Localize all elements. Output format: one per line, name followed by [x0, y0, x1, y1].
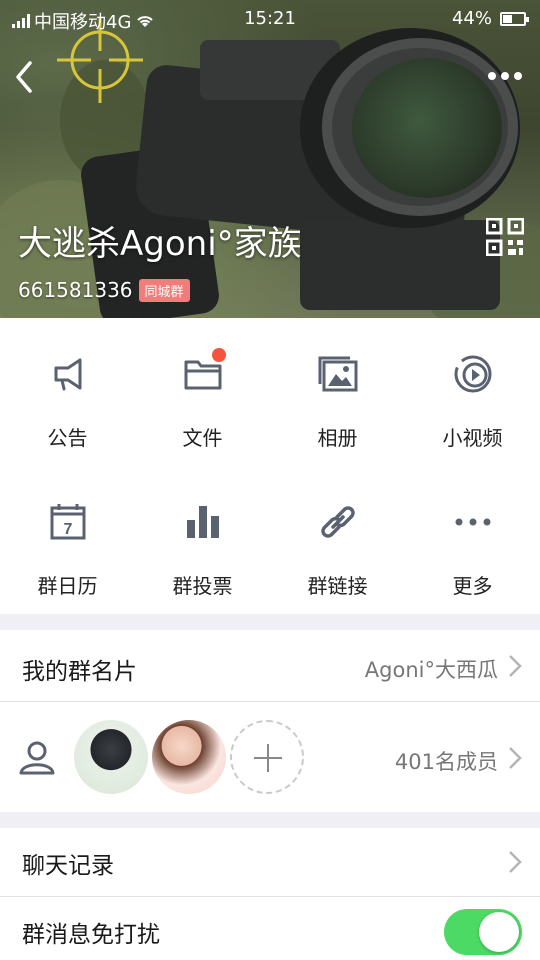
qr-code-icon[interactable] — [486, 218, 524, 256]
grid-item-files[interactable]: 文件 — [135, 318, 270, 466]
member-avatar[interactable] — [74, 720, 148, 794]
grid-label: 公告 — [47, 426, 88, 450]
grid-label: 群日历 — [37, 574, 98, 598]
my-group-card-value: Agoni°大西瓜 — [364, 658, 498, 682]
grid-item-more[interactable]: 更多 — [405, 466, 540, 614]
group-name: 大逃杀Agoni°家族 — [18, 224, 302, 264]
members-row[interactable]: 401名成员 — [0, 702, 540, 812]
members-icon — [19, 741, 55, 775]
battery-icon — [500, 11, 529, 26]
battery-percent: 44% — [451, 8, 492, 29]
grid-label: 文件 — [182, 426, 223, 450]
calendar-icon: 7 — [50, 504, 86, 540]
grid-item-announcement[interactable]: 公告 — [0, 318, 135, 466]
chat-history-row[interactable]: 聊天记录 — [0, 828, 540, 896]
grid-item-album[interactable]: 相册 — [270, 318, 405, 466]
chevron-right-icon — [509, 655, 522, 677]
bar-chart-icon — [187, 506, 219, 538]
add-member-button[interactable] — [230, 720, 304, 794]
more-dots-icon — [455, 518, 491, 526]
mute-notifications-row: 群消息免打扰 — [0, 897, 540, 960]
grid-item-short-video[interactable]: 小视频 — [405, 318, 540, 466]
chevron-right-icon — [509, 851, 522, 873]
grid-item-vote[interactable]: 群投票 — [135, 466, 270, 614]
rifle-grip-graphic — [300, 220, 500, 310]
member-count: 401名成员 — [394, 750, 498, 774]
back-arrow-icon[interactable] — [10, 55, 40, 99]
mute-toggle[interactable] — [444, 909, 522, 955]
group-function-grid: 公告 文件 相册 小视频 7 群日历 群投票 群链接 更多 — [0, 318, 540, 614]
grid-label: 相册 — [317, 426, 358, 450]
calendar-day-number: 7 — [64, 521, 73, 538]
more-options-icon[interactable] — [488, 66, 526, 86]
grid-label: 更多 — [452, 574, 493, 598]
group-id: 661581336 — [18, 278, 133, 302]
chat-history-label: 聊天记录 — [22, 853, 114, 879]
toggle-knob — [479, 912, 519, 952]
group-header-banner: 中国移动4G 15:21 44% 大逃杀Agoni°家族 661581336 同… — [0, 0, 540, 318]
chevron-right-icon — [509, 747, 522, 769]
grid-label: 小视频 — [442, 426, 503, 450]
city-group-badge: 同城群 — [138, 278, 190, 302]
group-id-line: 661581336 同城群 — [18, 278, 190, 302]
grid-label: 群链接 — [307, 574, 368, 598]
video-icon — [454, 355, 492, 393]
my-group-card-label: 我的群名片 — [22, 659, 137, 685]
my-group-card-row[interactable]: 我的群名片 Agoni°大西瓜 — [0, 630, 540, 702]
mute-notifications-label: 群消息免打扰 — [22, 922, 160, 948]
grid-label: 群投票 — [172, 574, 233, 598]
grid-item-link[interactable]: 群链接 — [270, 466, 405, 614]
photo-album-icon — [318, 356, 358, 392]
grid-item-calendar[interactable]: 7 群日历 — [0, 466, 135, 614]
megaphone-icon — [54, 358, 82, 391]
member-avatar[interactable] — [152, 720, 226, 794]
files-notification-dot — [212, 348, 226, 362]
link-icon — [321, 506, 355, 538]
scope-lens-graphic — [352, 58, 502, 198]
status-bar: 中国移动4G 15:21 44% — [0, 0, 540, 36]
